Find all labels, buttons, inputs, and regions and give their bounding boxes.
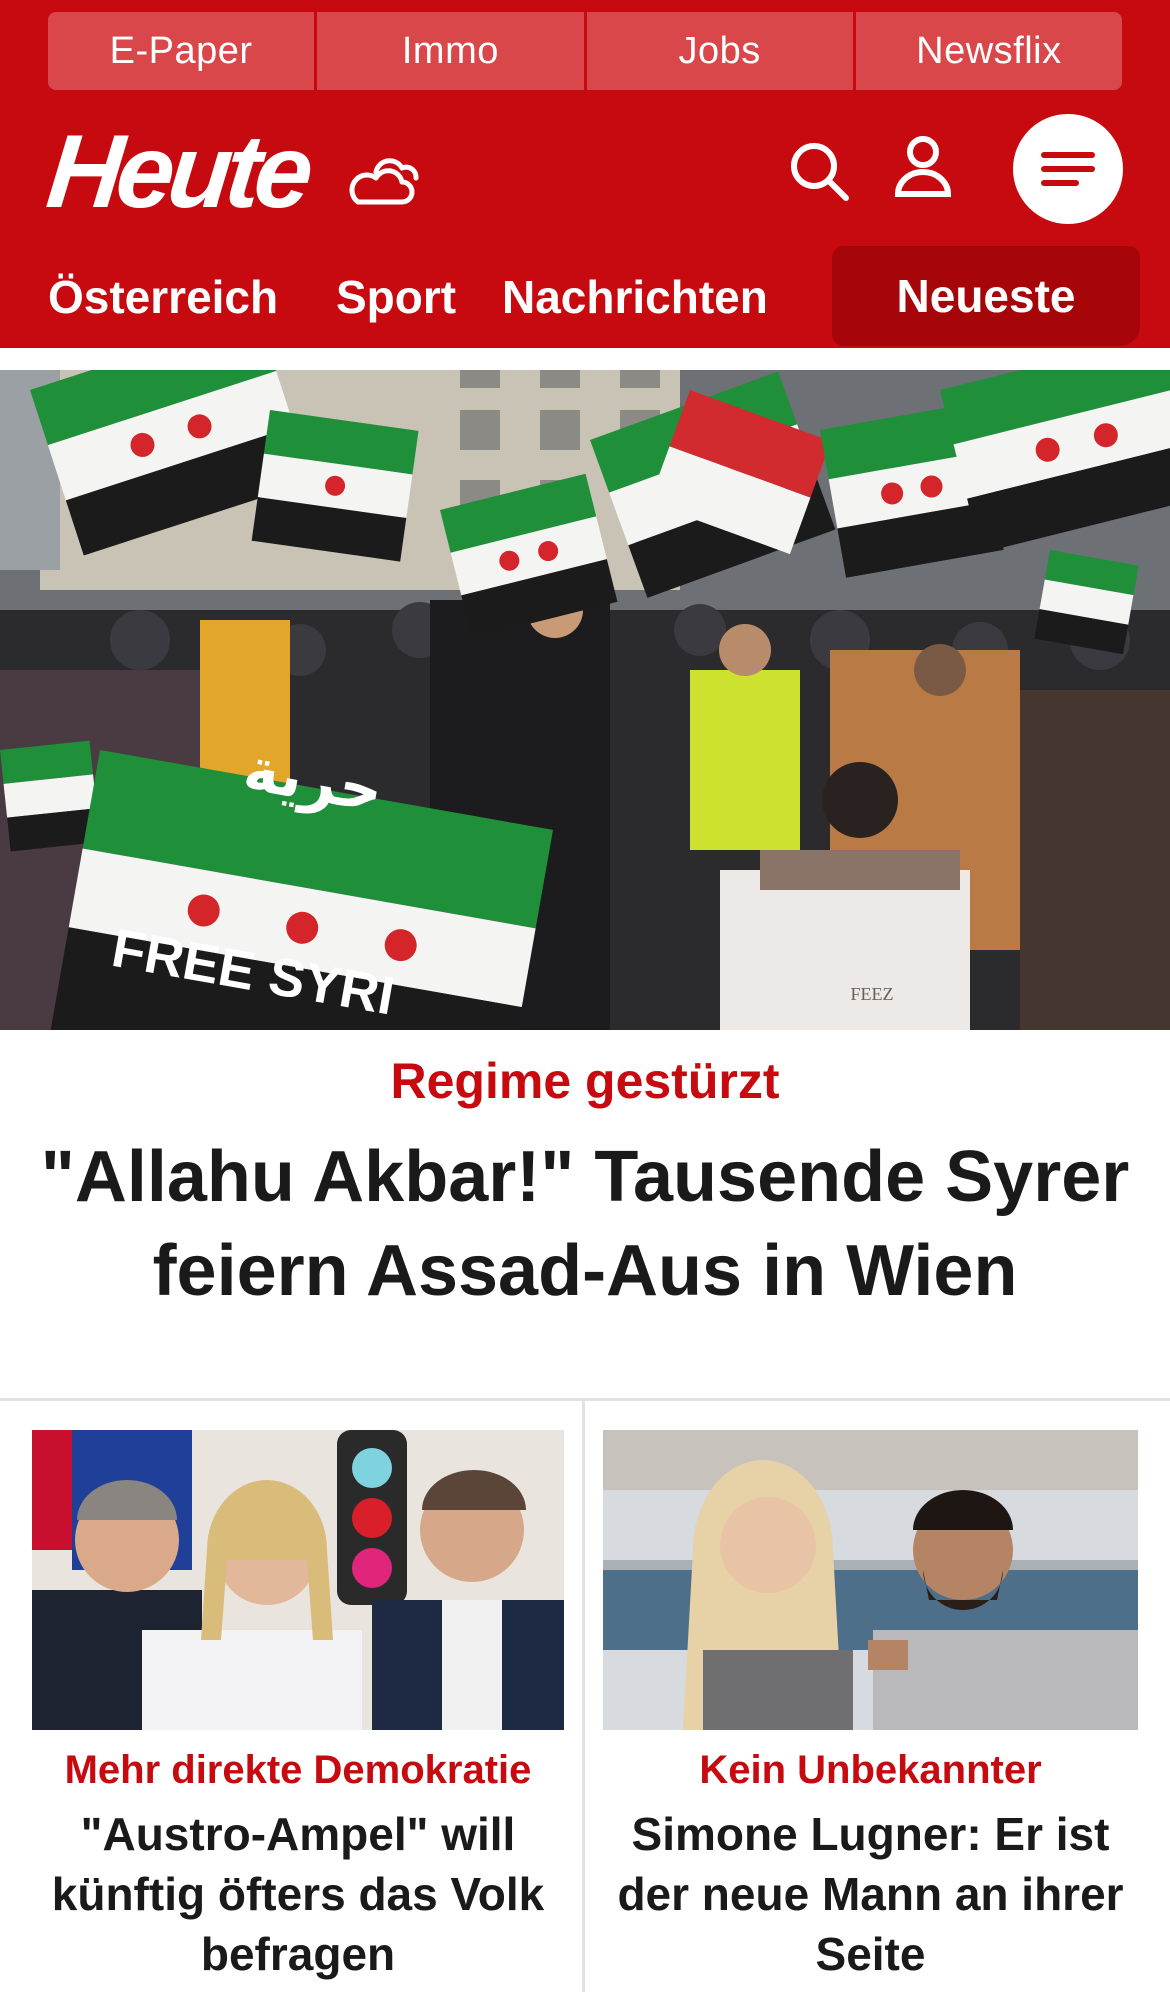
brand-row: Heute [0, 100, 1170, 240]
user-icon[interactable] [888, 132, 958, 202]
teaser-kicker: Mehr direkte Demokratie [64, 1748, 532, 1792]
jacket-text: FEEZ [851, 984, 894, 1004]
topnav-item-newsflix[interactable]: Newsflix [855, 12, 1122, 90]
search-icon[interactable] [784, 136, 854, 206]
hero-kicker[interactable]: Regime gestürzt [0, 1052, 1170, 1110]
site-header: E-Paper Immo Jobs Newsflix Heute Österre… [0, 0, 1170, 348]
topnav-item-epaper[interactable]: E-Paper [48, 12, 315, 90]
teaser-headline[interactable]: "Austro-Ampel" will künftig öfters das V… [32, 1804, 564, 1984]
section-divider [0, 1398, 1170, 1401]
top-utility-nav: E-Paper Immo Jobs Newsflix [48, 12, 1122, 90]
section-tab-oesterreich[interactable]: Österreich [48, 246, 278, 348]
topnav-item-immo[interactable]: Immo [317, 12, 584, 90]
teaser-headline[interactable]: Simone Lugner: Er ist der neue Mann an i… [603, 1804, 1138, 1984]
menu-button[interactable] [1013, 114, 1123, 224]
topnav-item-jobs[interactable]: Jobs [586, 12, 853, 90]
teaser-card-simone-lugner[interactable]: Kein Unbekannter Simone Lugner: Er ist d… [603, 1430, 1138, 1984]
section-tab-neueste[interactable]: Neueste [832, 246, 1140, 346]
teaser-image-politicians[interactable] [32, 1430, 564, 1730]
hero-headline[interactable]: "Allahu Akbar!" Tausende Syrer feiern As… [30, 1130, 1140, 1318]
heute-logo[interactable]: Heute [42, 114, 313, 230]
teaser-kicker: Kein Unbekannter [699, 1748, 1042, 1792]
hamburger-icon [1040, 149, 1096, 189]
teaser-card-austro-ampel[interactable]: Mehr direkte Demokratie "Austro-Ampel" w… [32, 1430, 564, 1984]
section-nav: Österreich Sport Nachrichten Neueste [0, 246, 1170, 348]
teaser-image-couple[interactable] [603, 1430, 1138, 1730]
section-tab-sport[interactable]: Sport [336, 246, 456, 348]
cloud-sun-icon[interactable] [346, 150, 422, 210]
section-tab-nachrichten[interactable]: Nachrichten [502, 246, 768, 348]
column-divider [582, 1401, 585, 1992]
hero-image[interactable]: حرية FREE SYRI FEEZ [0, 370, 1170, 1030]
